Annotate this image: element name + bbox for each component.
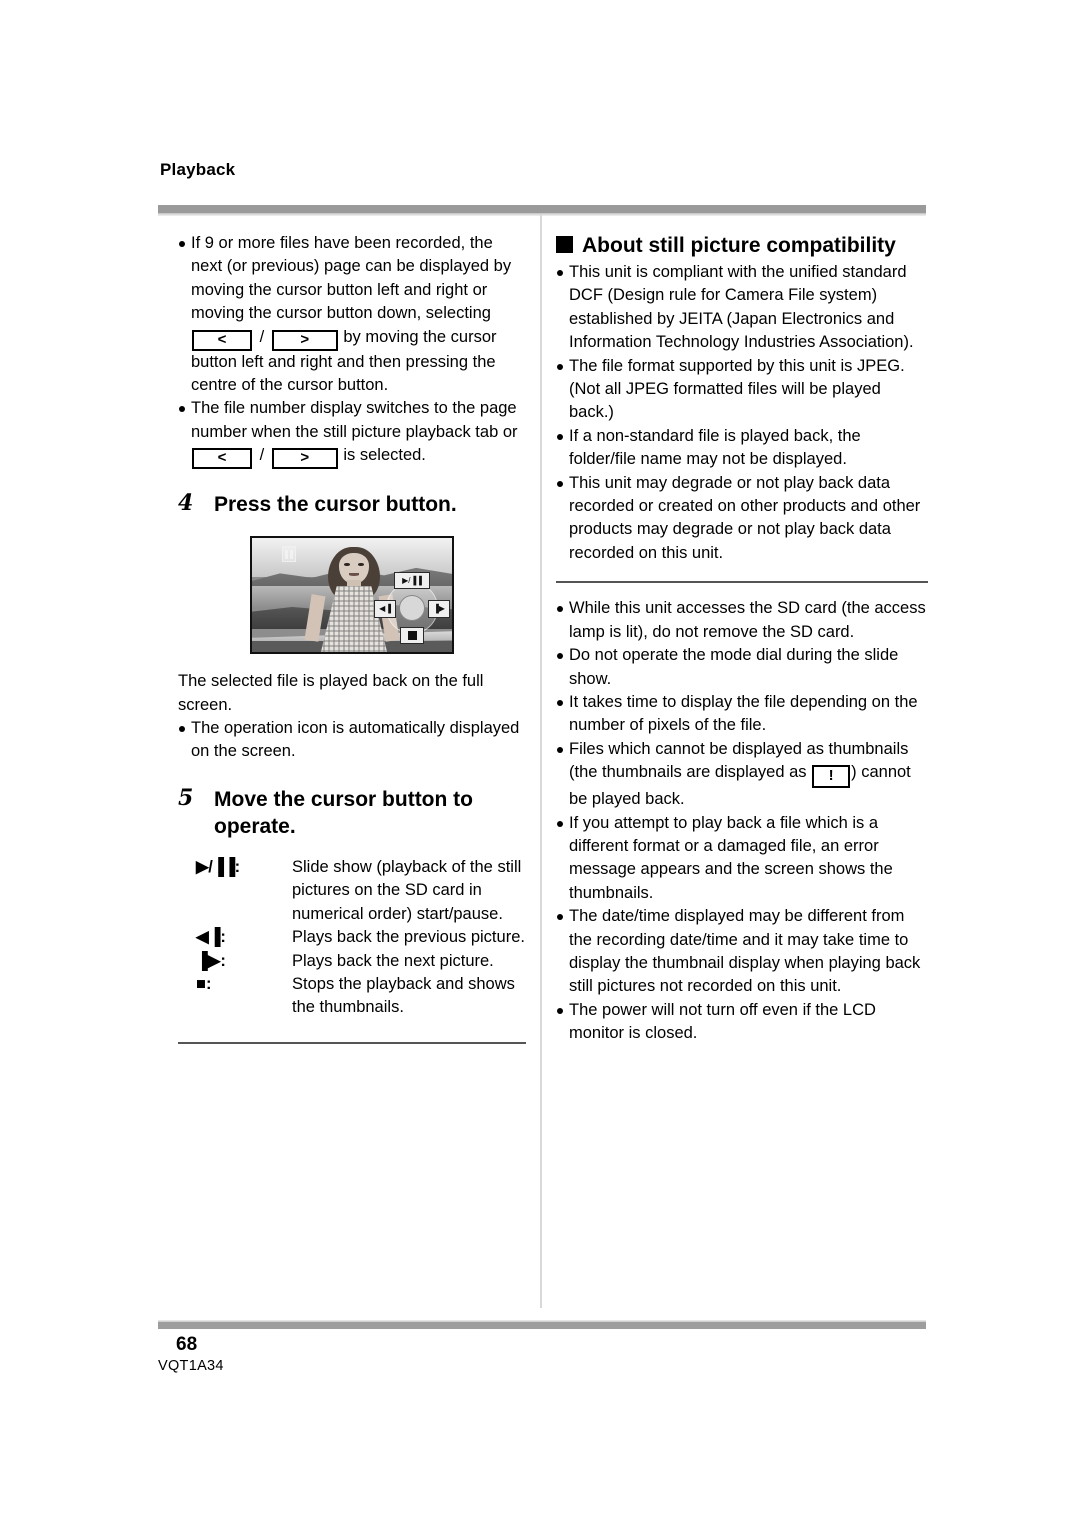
intro-bullet-2-part-5: is selected. [338,446,426,465]
intro-bullet-2-part-3: / [255,446,269,465]
colon: : [205,974,212,993]
intro-bullet-1-part-3: / [255,327,269,346]
step-4-heading: 4 Press the cursor button. [178,490,526,518]
page-number: 68 [176,1334,198,1355]
operation-icon-overlay: ▶/▐▐ ◀▐ ▐▶ [374,572,450,645]
table-row: ◀▐: Plays back the previous picture. [178,926,526,949]
previous-glyph: ◀▐ [196,928,221,947]
step-4-number: 4 [178,490,194,517]
header-rule-band [158,205,926,213]
list-item: This unit may degrade or not play back d… [556,472,928,566]
after-figure-text: The selected file is played back on the … [178,672,484,714]
list-item: The file format supported by this unit i… [556,355,928,425]
list-item: Do not operate the mode dial during the … [556,644,928,691]
list-item: If 9 or more files have been recorded, t… [178,232,526,397]
stop-icon: ■: [178,973,288,1020]
step-5-title: Move the cursor button to operate. [214,787,473,838]
table-row: ■: Stops the playback and shows the thum… [178,973,526,1020]
list-item: If a non-standard file is played back, t… [556,425,928,472]
section-heading-label: About still picture compatibility [582,234,896,257]
next-picture-icon: ▐▶: [178,950,288,973]
stop-icon [400,627,424,645]
intro-bullet-list: If 9 or more files have been recorded, t… [178,232,526,470]
list-item: This unit is compliant with the unified … [556,261,928,355]
notes-bullet-list: While this unit accesses the SD card (th… [556,597,928,1045]
table-row: ▐▶: Plays back the next picture. [178,950,526,973]
document-code: VQT1A34 [158,1358,224,1374]
left-arrow-key-icon: < [192,448,252,470]
pause-icon [282,546,296,563]
lcd-screen-illustration: ▶/▐▐ ◀▐ ▐▶ [250,536,454,655]
subject-eye-right [358,563,364,567]
operation-description: Slide show (playback of the still pictur… [292,857,522,923]
operation-description: Plays back the previous picture. [292,928,525,947]
intro-bullet-2-part-1: The file number display switches to the … [191,399,518,441]
step-4-title: Press the cursor button. [214,493,457,517]
right-column: About still picture compatibility This u… [556,232,928,1046]
compatibility-bullet-list: This unit is compliant with the unified … [556,261,928,565]
after-figure-bullet-list: The operation icon is automatically disp… [178,717,526,764]
figure-playback-screen: ▶/▐▐ ◀▐ ▐▶ [178,536,526,655]
column-divider [540,214,542,1308]
list-item: The date/time displayed may be different… [556,905,928,999]
operation-description: Plays back the next picture. [292,951,494,970]
colon: : [220,951,226,970]
previous-picture-icon: ◀▐: [178,926,288,949]
section-divider-rule [178,1041,526,1044]
list-item: If you attempt to play back a file which… [556,812,928,906]
colon: : [234,857,241,876]
warning-thumbnail-icon: ! [812,765,851,789]
section-divider-rule [556,581,928,584]
black-square-bullet-icon [556,236,573,253]
list-item: The power will not turn off even if the … [556,999,928,1046]
play-pause-glyph: ▶/▐▐ [196,857,235,876]
manual-page: Playback If 9 or more files have been re… [0,0,1080,1526]
list-item: The operation icon is automatically disp… [178,717,526,764]
next-picture-icon: ▐▶ [428,600,450,619]
stop-glyph: ■ [196,974,206,993]
colon: : [220,928,226,947]
step-5-heading: 5 Move the cursor button to operate. [178,784,526,840]
right-arrow-key-icon: > [271,329,338,351]
previous-picture-icon: ◀▐ [374,600,396,619]
play-pause-icon: ▶/▐▐ [394,572,430,590]
intro-bullet-1-part-1: If 9 or more files have been recorded, t… [191,234,512,323]
next-glyph: ▐▶ [196,951,221,970]
table-row: ▶/▐▐: Slide show (playback of the still … [178,856,526,926]
list-item: The file number display switches to the … [178,397,526,470]
footer-rule-band [158,1322,926,1329]
subject-eye-left [344,563,350,567]
step-5-number: 5 [178,784,194,811]
play-pause-icon: ▶/▐▐: [178,856,288,926]
right-arrow-key-icon: > [271,448,338,470]
list-item: It takes time to display the file depend… [556,691,928,738]
list-item: Files which cannot be displayed as thumb… [556,738,928,812]
section-heading: About still picture compatibility [556,232,928,259]
stop-square-glyph [407,631,417,641]
left-arrow-key-icon: < [192,329,252,351]
left-column: If 9 or more files have been recorded, t… [178,232,526,1058]
operation-legend-table: ▶/▐▐: Slide show (playback of the still … [178,856,526,1020]
running-head: Playback [160,160,236,179]
operation-description: Stops the playback and shows the thumbna… [292,974,515,1017]
list-item: While this unit accesses the SD card (th… [556,597,928,644]
subject-mouth [348,573,359,576]
